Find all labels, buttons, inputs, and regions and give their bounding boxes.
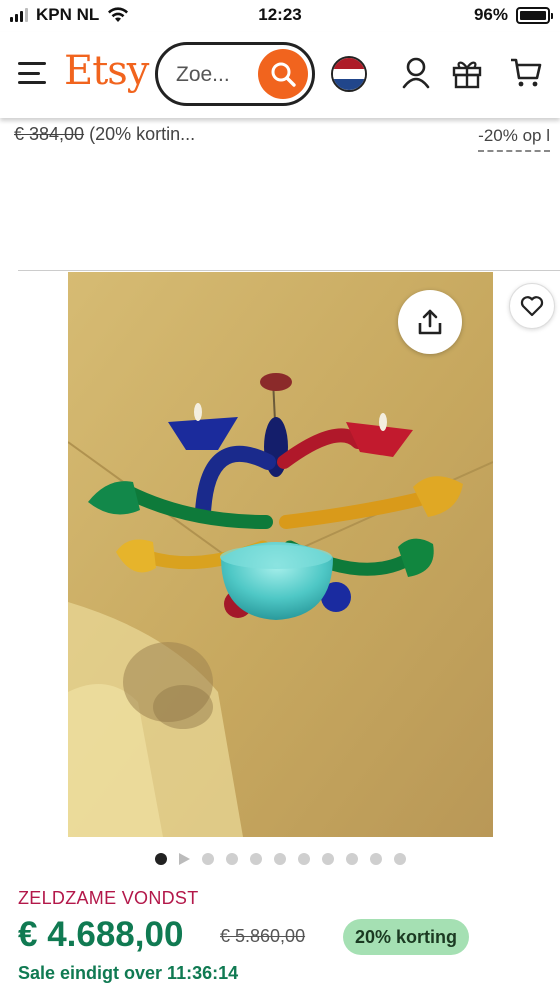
previous-discount-text: (20% kortin...	[89, 124, 196, 144]
divider	[18, 270, 560, 271]
carousel-dot[interactable]	[321, 853, 334, 865]
carousel-dot[interactable]	[297, 853, 310, 865]
etsy-logo[interactable]: Etsy	[64, 48, 149, 94]
carousel-dot[interactable]	[154, 853, 167, 865]
menu-icon[interactable]	[18, 62, 46, 84]
netherlands-flag-icon[interactable]	[331, 56, 367, 92]
share-button[interactable]	[398, 290, 462, 354]
cart-icon[interactable]	[508, 54, 544, 92]
previous-listing-strip[interactable]: € 384,00 (20% kortin... -20% op l	[0, 118, 560, 158]
carousel-dot[interactable]	[201, 853, 214, 865]
sale-countdown: Sale eindigt over 11:36:14	[18, 963, 239, 983]
status-right: 96%	[473, 5, 553, 25]
video-play-icon[interactable]	[178, 853, 190, 865]
search-input[interactable]: Zoe...	[176, 63, 230, 87]
rare-find-badge: ZELDZAME VONDST	[18, 888, 199, 908]
gift-icon[interactable]	[449, 54, 485, 92]
chandelier-photo	[68, 272, 493, 837]
discount-badge: 20% korting	[343, 919, 470, 955]
account-icon[interactable]	[398, 54, 434, 92]
battery-percent: 96%	[473, 5, 508, 24]
search-button[interactable]	[258, 49, 308, 99]
site-header: Etsy Zoe...	[0, 32, 560, 118]
previous-old-price: € 384,00	[14, 124, 85, 144]
share-icon	[418, 309, 442, 335]
battery-icon	[516, 6, 553, 24]
product-image[interactable]	[68, 272, 493, 837]
carousel-dot[interactable]	[273, 853, 286, 865]
sale-price: € 4.688,00	[18, 915, 184, 954]
carousel-dots	[0, 851, 560, 867]
search-icon	[271, 62, 296, 87]
previous-discount-tag[interactable]: -20% op l	[478, 126, 550, 152]
carousel-dot[interactable]	[369, 853, 382, 865]
carousel-dot[interactable]	[249, 853, 262, 865]
carousel-dot[interactable]	[345, 853, 358, 865]
carousel-dot[interactable]	[393, 853, 406, 865]
favorite-button[interactable]	[509, 283, 555, 329]
status-bar: KPN NL 12:23 96%	[0, 0, 560, 32]
heart-icon	[520, 296, 544, 317]
original-price: € 5.860,00	[220, 926, 306, 946]
search-bar[interactable]: Zoe...	[155, 42, 315, 106]
carousel-dot[interactable]	[225, 853, 238, 865]
